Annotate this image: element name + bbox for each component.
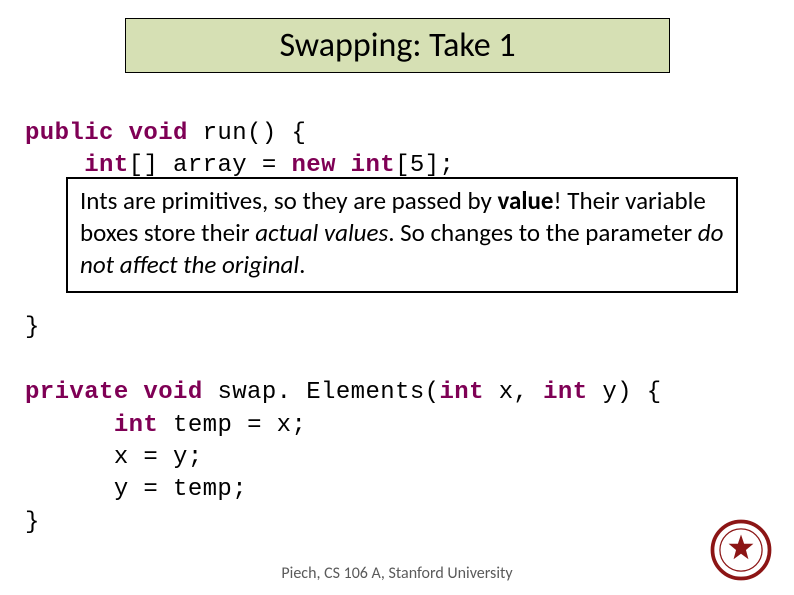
kw-int-1: int <box>84 152 128 179</box>
kw-public-void: public void <box>25 120 188 147</box>
kw-int-2: int <box>439 379 483 406</box>
line-a-rest: temp = x; <box>158 412 306 439</box>
kw-new-int: new int <box>291 152 395 179</box>
ov-value: value <box>498 185 554 216</box>
ov-text-3: . So changes to the parameter <box>388 217 698 248</box>
kw-private-void: private void <box>25 379 203 406</box>
ov-actual-values: actual values <box>255 217 388 248</box>
method2-mid1: x, <box>484 379 543 406</box>
kw-int-3: int <box>543 379 587 406</box>
method1-name: run() { <box>188 120 306 147</box>
stanford-seal-icon <box>710 519 772 581</box>
line-c: y = temp; <box>25 476 247 503</box>
line2-mid: [] array = <box>129 152 292 179</box>
ov-text-1: Ints are primitives, so they are passed … <box>80 185 498 216</box>
close-brace-2: } <box>25 509 40 536</box>
kw-int-4: int <box>114 412 158 439</box>
line-a-pre <box>25 412 114 439</box>
slide-title: Swapping: Take 1 <box>279 25 515 66</box>
line2-end: [5]; <box>395 152 454 179</box>
ov-text-4: . <box>299 249 305 280</box>
method2-name: swap. Elements( <box>203 379 440 406</box>
line-b: x = y; <box>25 444 203 471</box>
slide-footer: Piech, CS 106 A, Stanford University <box>0 564 794 583</box>
method2-mid2: y) { <box>588 379 662 406</box>
slide-title-band: Swapping: Take 1 <box>125 18 670 73</box>
explanation-callout: Ints are primitives, so they are passed … <box>66 177 738 293</box>
close-brace-1: } <box>25 314 40 341</box>
line2-pre <box>25 152 84 179</box>
